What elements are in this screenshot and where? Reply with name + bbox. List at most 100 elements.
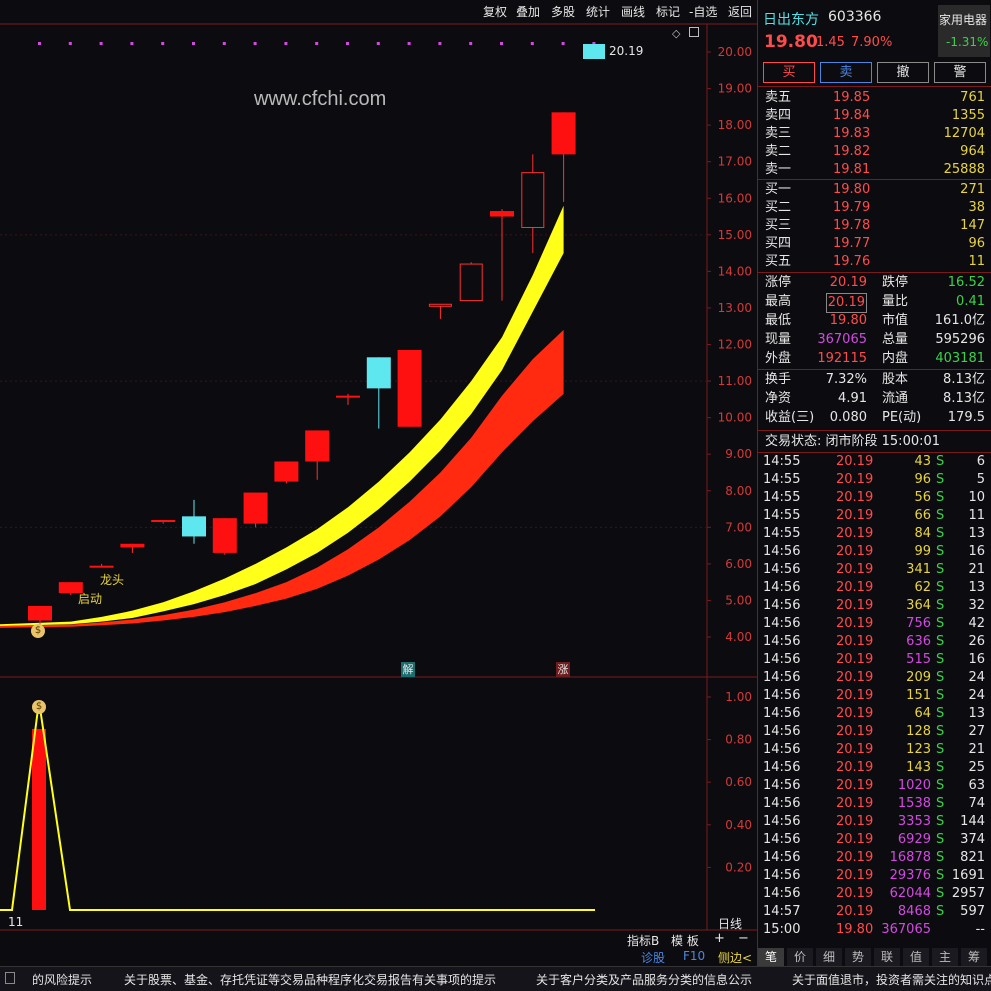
tick-flag: S — [936, 490, 945, 505]
trading-app: 复权 叠加 多股 统计 画线 标记 -自选 返回 20.00 19.00 18.00… — [0, 0, 991, 991]
bid-level-label: 买四 — [765, 236, 792, 251]
tick-volume: 8468 — [897, 904, 931, 919]
tab-4[interactable]: 联 — [874, 948, 900, 966]
f10-link[interactable]: F10 — [683, 949, 705, 963]
top-dot — [284, 42, 288, 45]
period-label[interactable]: 日线 — [718, 915, 742, 932]
tick-count: 21 — [968, 562, 985, 577]
side-panel-toggle[interactable]: 侧边< — [718, 949, 752, 966]
ask-level-label: 卖三 — [765, 126, 792, 141]
tick-flag: S — [936, 688, 945, 703]
tick-volume: 56 — [914, 490, 931, 505]
y-tick-label: 5.00 — [725, 593, 752, 607]
label-qidong: 启动 — [78, 592, 103, 606]
tick-flag: S — [936, 544, 945, 559]
zoom-out-button[interactable]: − — [738, 931, 749, 946]
sector-box[interactable]: 家用电器 -1.31% — [938, 5, 990, 57]
tab-1[interactable]: 价 — [787, 948, 813, 966]
diagnose-link[interactable]: 诊股 — [641, 949, 665, 966]
ticker-play-icon[interactable] — [5, 972, 15, 984]
mkt-cap-value: 161.0亿 — [934, 313, 985, 328]
nav-label: 净资 — [765, 391, 792, 406]
candle-body — [366, 357, 391, 389]
tick-price: 20.19 — [836, 724, 874, 739]
tick-price: 20.19 — [836, 742, 874, 757]
mkt-cap-label: 市值 — [882, 313, 909, 328]
tick-price: 20.19 — [836, 850, 874, 865]
tick-volume: 151 — [906, 688, 931, 703]
top-dot — [315, 42, 319, 45]
cur-vol-label: 现量 — [765, 332, 792, 347]
diamond-icon[interactable]: ◇ — [672, 27, 680, 40]
y-tick-label: 9.00 — [725, 447, 752, 461]
tick-count: 26 — [968, 634, 985, 649]
sell-button[interactable]: 卖 — [820, 62, 872, 83]
y-tick-label: 12.00 — [718, 338, 752, 352]
chart-controls: 指标B 模 板 + − — [0, 931, 757, 948]
tick-flag: S — [936, 778, 945, 793]
ticker-item[interactable]: 关于客户分类及产品服务分类的信息公示 — [536, 971, 752, 988]
low-label: 最低 — [765, 313, 792, 328]
outer-value: 192115 — [817, 351, 867, 366]
ticker-item[interactable]: 关于股票、基金、存托凭证等交易品种程序化交易报告有关事项的提示 — [124, 971, 496, 988]
settings-small-icon[interactable] — [689, 27, 699, 37]
tick-count: 374 — [960, 832, 985, 847]
ask-price: 19.83 — [833, 126, 871, 141]
tick-flag: S — [936, 832, 945, 847]
vol-ratio-label: 量比 — [882, 294, 909, 309]
limit-up-value: 20.19 — [829, 275, 867, 290]
turnover-value: 7.32% — [825, 372, 867, 387]
ticker-item[interactable]: 关于面值退市，投资者需关注的知识点 — [792, 971, 991, 988]
sub-y-tick-label: 1.00 — [725, 690, 752, 704]
tick-flag: S — [936, 508, 945, 523]
indicator-b-button[interactable]: 指标B — [627, 932, 659, 949]
tick-time: 14:56 — [763, 742, 801, 757]
tick-flag: S — [936, 598, 945, 613]
tick-volume: 6929 — [897, 832, 931, 847]
tick-time: 14:56 — [763, 598, 801, 613]
tick-count: 1691 — [951, 868, 985, 883]
marker-zhang: 涨 — [556, 662, 570, 677]
sub-y-tick-label: 0.20 — [725, 860, 752, 874]
tab-3[interactable]: 势 — [845, 948, 871, 966]
ticker-item[interactable]: 的风险提示 — [32, 971, 92, 988]
nav-value: 4.91 — [838, 391, 867, 406]
top-dot — [192, 42, 195, 45]
tick-flag: S — [936, 742, 945, 757]
tick-price: 20.19 — [836, 868, 874, 883]
tick-price: 20.19 — [836, 832, 874, 847]
bid-price: 19.80 — [833, 182, 871, 197]
ask-price: 19.81 — [833, 162, 871, 177]
candle-body — [521, 172, 545, 228]
tick-volume: 341 — [906, 562, 931, 577]
tick-flag: S — [936, 562, 945, 577]
tick-time: 14:56 — [763, 580, 801, 595]
tick-flag: S — [936, 706, 945, 721]
last-price-label: 20.19 — [609, 44, 644, 58]
top-dot — [500, 42, 503, 45]
candle-body — [397, 349, 422, 427]
tick-count: 63 — [968, 778, 985, 793]
zoom-in-button[interactable]: + — [714, 931, 725, 946]
buy-button[interactable]: 买 — [763, 62, 815, 83]
tab-2[interactable]: 细 — [816, 948, 842, 966]
tab-7[interactable]: 筹 — [961, 948, 987, 966]
candle-body — [182, 516, 206, 537]
tab-0[interactable]: 笔 — [758, 948, 784, 966]
tick-count: 13 — [968, 580, 985, 595]
alert-button[interactable]: 警 — [934, 62, 986, 83]
marker-jie: 解 — [401, 662, 415, 677]
kline-chart[interactable]: 20.00 19.00 18.00 17.00 16.00 15.00 14.00 13.00… — [0, 0, 757, 966]
tick-count: 5 — [976, 472, 985, 487]
tab-6[interactable]: 主 — [932, 948, 958, 966]
tick-count: 597 — [960, 904, 985, 919]
bid-price: 19.76 — [833, 254, 871, 269]
status-links: 诊股 F10 侧边< — [0, 948, 757, 966]
money-bag-icon: $ — [31, 624, 45, 638]
template-button[interactable]: 模 板 — [671, 932, 699, 949]
bid-volume: 147 — [960, 218, 985, 233]
tick-price: 20.19 — [836, 544, 874, 559]
limit-down-label: 跌停 — [882, 275, 909, 290]
tab-5[interactable]: 值 — [903, 948, 929, 966]
cancel-order-button[interactable]: 撤 — [877, 62, 929, 83]
